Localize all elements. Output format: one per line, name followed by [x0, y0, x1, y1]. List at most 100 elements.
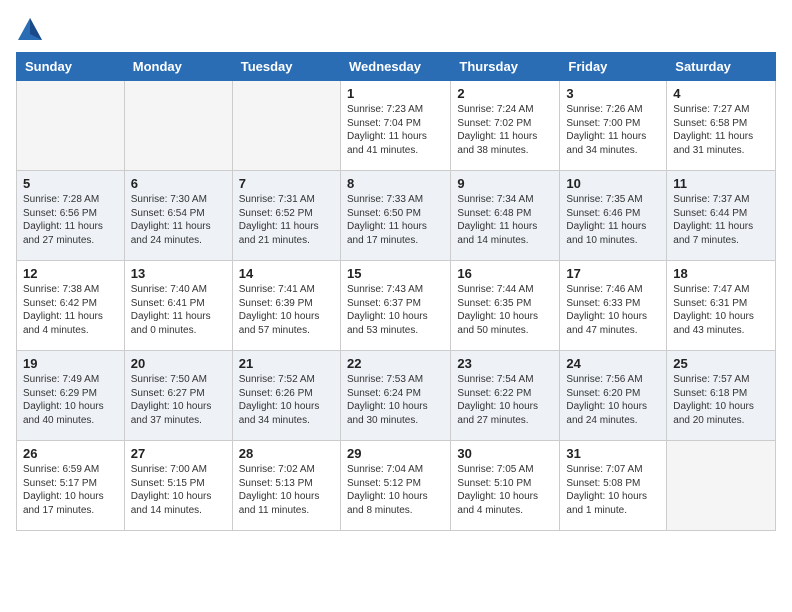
calendar-week-row: 12Sunrise: 7:38 AM Sunset: 6:42 PM Dayli… — [17, 261, 776, 351]
day-number: 2 — [457, 86, 553, 101]
calendar-day-cell: 31 Sunrise: 7:07 AM Sunset: 5:08 PM Dayli… — [560, 441, 667, 531]
calendar-day-cell: 4 Sunrise: 7:27 AM Sunset: 6:58 PM Daylig… — [667, 81, 776, 171]
weekday-header-sunday: Sunday — [17, 53, 125, 81]
calendar-day-cell: 17Sunrise: 7:46 AM Sunset: 6:33 PM Dayli… — [560, 261, 667, 351]
calendar-day-cell: 11 Sunrise: 7:37 AM Sunset: 6:44 PM Dayli… — [667, 171, 776, 261]
weekday-header-monday: Monday — [124, 53, 232, 81]
calendar-day-cell: 15 Sunrise: 7:43 AM Sunset: 6:37 PM Dayli… — [340, 261, 450, 351]
day-info: Sunrise: 7:26 AM Sunset: 7:00 PM Dayligh… — [566, 103, 660, 157]
day-number: 21 — [239, 356, 334, 371]
day-info: Sunrise: 7:40 AM Sunset: 6:41 PM Dayligh… — [131, 283, 226, 337]
calendar-day-cell: 24 Sunrise: 7:56 AM Sunset: 6:20 PM Dayli… — [560, 351, 667, 441]
calendar-week-row: 19 Sunrise: 7:49 AM Sunset: 6:29 PM Dayli… — [17, 351, 776, 441]
calendar-day-cell — [124, 81, 232, 171]
day-number: 23 — [457, 356, 553, 371]
day-info: Sunrise: 7:43 AM Sunset: 6:37 PM Dayligh… — [347, 283, 444, 337]
day-number: 19 — [23, 356, 118, 371]
day-number: 27 — [131, 446, 226, 461]
day-info: Sunrise: 7:56 AM Sunset: 6:20 PM Dayligh… — [566, 373, 660, 427]
calendar-day-cell: 19 Sunrise: 7:49 AM Sunset: 6:29 PM Dayli… — [17, 351, 125, 441]
day-info: Sunrise: 7:23 AM Sunset: 7:04 PM Dayligh… — [347, 103, 444, 157]
day-number: 4 — [673, 86, 769, 101]
calendar-day-cell: 20 Sunrise: 7:50 AM Sunset: 6:27 PM Dayli… — [124, 351, 232, 441]
day-info: Sunrise: 7:44 AM Sunset: 6:35 PM Dayligh… — [457, 283, 553, 337]
calendar-day-cell: 3 Sunrise: 7:26 AM Sunset: 7:00 PM Daylig… — [560, 81, 667, 171]
calendar-day-cell: 25 Sunrise: 7:57 AM Sunset: 6:18 PM Dayli… — [667, 351, 776, 441]
calendar-day-cell: 27 Sunrise: 7:00 AM Sunset: 5:15 PM Dayli… — [124, 441, 232, 531]
calendar-day-cell: 5Sunrise: 7:28 AM Sunset: 6:56 PM Daylig… — [17, 171, 125, 261]
day-info: Sunrise: 7:00 AM Sunset: 5:15 PM Dayligh… — [131, 463, 226, 517]
day-info: Sunrise: 7:37 AM Sunset: 6:44 PM Dayligh… — [673, 193, 769, 247]
day-number: 13 — [131, 266, 226, 281]
day-info: Sunrise: 7:50 AM Sunset: 6:27 PM Dayligh… — [131, 373, 226, 427]
day-info: Sunrise: 7:33 AM Sunset: 6:50 PM Dayligh… — [347, 193, 444, 247]
day-number: 8 — [347, 176, 444, 191]
calendar-day-cell: 21 Sunrise: 7:52 AM Sunset: 6:26 PM Dayli… — [232, 351, 340, 441]
day-number: 7 — [239, 176, 334, 191]
weekday-header-thursday: Thursday — [451, 53, 560, 81]
day-number: 17 — [566, 266, 660, 281]
logo-icon — [16, 16, 44, 44]
day-number: 15 — [347, 266, 444, 281]
calendar-day-cell: 8 Sunrise: 7:33 AM Sunset: 6:50 PM Daylig… — [340, 171, 450, 261]
day-number: 10 — [566, 176, 660, 191]
day-number: 25 — [673, 356, 769, 371]
day-number: 29 — [347, 446, 444, 461]
calendar-day-cell: 29 Sunrise: 7:04 AM Sunset: 5:12 PM Dayli… — [340, 441, 450, 531]
weekday-header-row: SundayMondayTuesdayWednesdayThursdayFrid… — [17, 53, 776, 81]
calendar-day-cell: 1 Sunrise: 7:23 AM Sunset: 7:04 PM Daylig… — [340, 81, 450, 171]
calendar-day-cell: 16 Sunrise: 7:44 AM Sunset: 6:35 PM Dayli… — [451, 261, 560, 351]
calendar-day-cell: 22 Sunrise: 7:53 AM Sunset: 6:24 PM Dayli… — [340, 351, 450, 441]
day-info: Sunrise: 7:30 AM Sunset: 6:54 PM Dayligh… — [131, 193, 226, 247]
calendar-day-cell: 14 Sunrise: 7:41 AM Sunset: 6:39 PM Dayli… — [232, 261, 340, 351]
day-number: 14 — [239, 266, 334, 281]
calendar-week-row: 1 Sunrise: 7:23 AM Sunset: 7:04 PM Daylig… — [17, 81, 776, 171]
weekday-header-tuesday: Tuesday — [232, 53, 340, 81]
day-number: 3 — [566, 86, 660, 101]
day-info: Sunrise: 7:52 AM Sunset: 6:26 PM Dayligh… — [239, 373, 334, 427]
calendar-day-cell: 18Sunrise: 7:47 AM Sunset: 6:31 PM Dayli… — [667, 261, 776, 351]
day-number: 24 — [566, 356, 660, 371]
day-number: 1 — [347, 86, 444, 101]
day-info: Sunrise: 7:41 AM Sunset: 6:39 PM Dayligh… — [239, 283, 334, 337]
day-info: Sunrise: 7:24 AM Sunset: 7:02 PM Dayligh… — [457, 103, 553, 157]
day-info: Sunrise: 7:34 AM Sunset: 6:48 PM Dayligh… — [457, 193, 553, 247]
day-info: Sunrise: 7:07 AM Sunset: 5:08 PM Dayligh… — [566, 463, 660, 517]
day-info: Sunrise: 7:04 AM Sunset: 5:12 PM Dayligh… — [347, 463, 444, 517]
day-number: 22 — [347, 356, 444, 371]
day-info: Sunrise: 7:27 AM Sunset: 6:58 PM Dayligh… — [673, 103, 769, 157]
calendar-day-cell: 9 Sunrise: 7:34 AM Sunset: 6:48 PM Daylig… — [451, 171, 560, 261]
calendar-table: SundayMondayTuesdayWednesdayThursdayFrid… — [16, 52, 776, 531]
calendar-container: SundayMondayTuesdayWednesdayThursdayFrid… — [0, 0, 792, 541]
day-number: 9 — [457, 176, 553, 191]
header — [16, 16, 776, 44]
calendar-day-cell — [17, 81, 125, 171]
day-number: 6 — [131, 176, 226, 191]
calendar-day-cell — [667, 441, 776, 531]
calendar-day-cell: 2 Sunrise: 7:24 AM Sunset: 7:02 PM Daylig… — [451, 81, 560, 171]
day-info: Sunrise: 7:57 AM Sunset: 6:18 PM Dayligh… — [673, 373, 769, 427]
weekday-header-saturday: Saturday — [667, 53, 776, 81]
day-info: Sunrise: 7:49 AM Sunset: 6:29 PM Dayligh… — [23, 373, 118, 427]
day-info: Sunrise: 7:05 AM Sunset: 5:10 PM Dayligh… — [457, 463, 553, 517]
day-number: 31 — [566, 446, 660, 461]
day-info: Sunrise: 7:47 AM Sunset: 6:31 PM Dayligh… — [673, 283, 769, 337]
weekday-header-wednesday: Wednesday — [340, 53, 450, 81]
day-info: Sunrise: 7:28 AM Sunset: 6:56 PM Dayligh… — [23, 193, 118, 247]
day-number: 20 — [131, 356, 226, 371]
calendar-day-cell: 6 Sunrise: 7:30 AM Sunset: 6:54 PM Daylig… — [124, 171, 232, 261]
calendar-day-cell: 10 Sunrise: 7:35 AM Sunset: 6:46 PM Dayli… — [560, 171, 667, 261]
logo — [16, 16, 48, 44]
day-info: Sunrise: 7:35 AM Sunset: 6:46 PM Dayligh… — [566, 193, 660, 247]
calendar-day-cell: 28Sunrise: 7:02 AM Sunset: 5:13 PM Dayli… — [232, 441, 340, 531]
calendar-day-cell: 13 Sunrise: 7:40 AM Sunset: 6:41 PM Dayli… — [124, 261, 232, 351]
day-info: Sunrise: 7:53 AM Sunset: 6:24 PM Dayligh… — [347, 373, 444, 427]
day-number: 11 — [673, 176, 769, 191]
day-number: 26 — [23, 446, 118, 461]
day-number: 30 — [457, 446, 553, 461]
calendar-day-cell: 12Sunrise: 7:38 AM Sunset: 6:42 PM Dayli… — [17, 261, 125, 351]
day-info: Sunrise: 7:54 AM Sunset: 6:22 PM Dayligh… — [457, 373, 553, 427]
calendar-week-row: 26Sunrise: 6:59 AM Sunset: 5:17 PM Dayli… — [17, 441, 776, 531]
calendar-day-cell: 7Sunrise: 7:31 AM Sunset: 6:52 PM Daylig… — [232, 171, 340, 261]
day-number: 16 — [457, 266, 553, 281]
